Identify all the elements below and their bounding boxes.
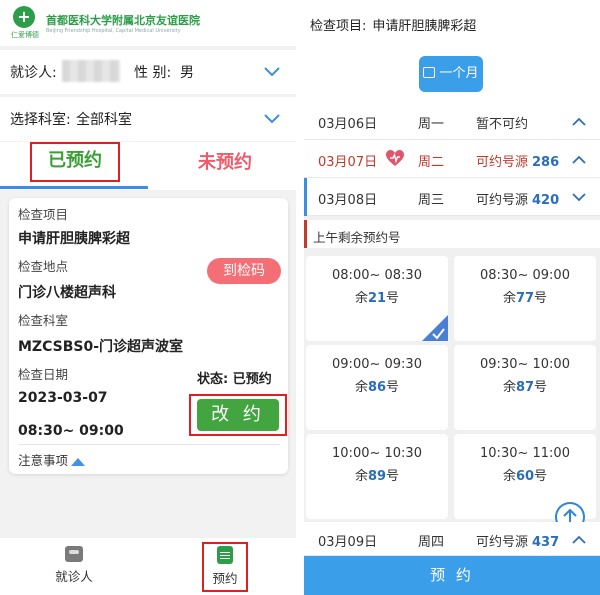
reschedule-button[interactable]: 改 约 (197, 399, 279, 431)
checkmark-icon (422, 315, 448, 341)
exam-header-label: 检查项目: (310, 19, 367, 34)
patient-selector[interactable]: 就诊人: 性 别: 男 (0, 50, 296, 94)
exam-location-label: 检查地点 (18, 259, 69, 274)
hospital-header: 仁爱博德 首都医科大学附属北京友谊医院 Beijing Friendship H… (0, 0, 296, 46)
weekday-label: 周一 (418, 117, 445, 132)
hospital-name-en: Beijing Friendship Hospital, Capital Med… (46, 28, 181, 34)
exam-room-value: MZCSBS0-门诊超声波室 (18, 339, 184, 355)
appointment-tabs: 已预约 未预约 (0, 142, 296, 190)
date-label: 03月09日 (318, 535, 378, 550)
date-label: 03月07日 (318, 155, 378, 170)
chevron-down-icon[interactable] (264, 114, 280, 124)
bottom-nav: 就诊人 预约 (0, 538, 296, 595)
my-appointments-screen: 仁爱博德 首都医科大学附属北京友谊医院 Beijing Friendship H… (0, 0, 296, 595)
chevron-down-icon[interactable] (572, 193, 588, 203)
exam-location-value: 门诊八楼超声科 (18, 285, 116, 301)
checkin-code-button[interactable]: 到检码 (207, 258, 281, 284)
tab-unbooked[interactable]: 未预约 (180, 146, 270, 180)
date-row[interactable]: 03月08日 周三 可约号源 420 (304, 178, 600, 216)
triangle-up-icon (71, 457, 86, 466)
time-slot[interactable]: 10:00~ 10:30 余89号 (306, 434, 448, 519)
availability: 暂不可约 (476, 117, 529, 132)
gender-label: 性 别: (134, 65, 172, 81)
time-slot-grid: 08:00~ 08:30 余21号 08:30~ 09:00 余77号 09:0… (304, 250, 600, 522)
exam-header: 检查项目: 申请肝胆胰脾彩超 (304, 0, 600, 46)
date-row[interactable]: 03月06日 周一 暂不可约 (304, 102, 600, 140)
exam-date-value: 2023-03-07 (18, 390, 108, 406)
time-slot[interactable]: 09:00~ 09:30 余86号 (306, 345, 448, 430)
notice-label: 注意事项 (18, 453, 69, 468)
divider (18, 444, 280, 445)
patient-label: 就诊人: (10, 65, 57, 81)
book-button[interactable]: 预 约 (304, 556, 600, 595)
chevron-up-icon[interactable] (572, 117, 588, 127)
exam-item-value: 申请肝胆胰脾彩超 (18, 231, 130, 247)
nav-patient[interactable]: 就诊人 (34, 546, 114, 585)
selected-indicator (304, 178, 307, 216)
notice-toggle[interactable]: 注意事项 (18, 450, 86, 469)
chevron-down-icon[interactable] (264, 67, 280, 77)
exam-header-value: 申请肝胆胰脾彩超 (372, 19, 477, 34)
time-slot[interactable]: 09:30~ 10:00 余87号 (454, 345, 596, 430)
date-label: 03月06日 (318, 117, 378, 132)
date-label: 03月08日 (318, 193, 378, 208)
status-badge: 状态: 已预约 (197, 372, 272, 387)
active-tab-underline (0, 186, 148, 189)
availability: 可约号源 420 (476, 193, 560, 208)
weekday-label: 周二 (418, 155, 445, 170)
time-slot[interactable]: 08:00~ 08:30 余21号 (306, 256, 448, 341)
nav-booking-highlight (202, 542, 248, 592)
exam-time-value: 08:30~ 09:00 (18, 423, 124, 439)
exam-date-label: 检查日期 (18, 367, 69, 382)
reschedule-highlight: 改 约 (189, 394, 287, 436)
department-value: 全部科室 (76, 112, 132, 128)
hospital-logo: 仁爱博德 (8, 6, 42, 40)
department-label: 选择科室: (10, 112, 71, 128)
exam-item-label: 检查项目 (18, 207, 69, 222)
morning-slots-label: 上午剩余预约号 (304, 220, 600, 248)
booking-screen: 检查项目: 申请肝胆胰脾彩超 一个月 03月06日 周一 暂不可约 03月07日 … (304, 0, 600, 595)
chevron-up-icon[interactable] (572, 535, 588, 545)
range-selector: 一个月 (304, 46, 600, 102)
exam-room-label: 检查科室 (18, 313, 69, 328)
nav-patient-label: 就诊人 (55, 569, 93, 584)
appointment-card: 检查项目 申请肝胆胰脾彩超 检查地点 到检码 门诊八楼超声科 检查科室 MZCS… (9, 198, 288, 474)
calendar-icon (423, 67, 436, 78)
heart-icon (386, 150, 404, 167)
availability: 可约号源 437 (476, 535, 560, 550)
date-row[interactable]: 03月09日 周四 可约号源 437 (304, 522, 600, 556)
date-row[interactable]: 03月07日 周二 可约号源 286 (304, 140, 600, 178)
time-slot[interactable]: 08:30~ 09:00 余77号 (454, 256, 596, 341)
wallet-icon (65, 546, 83, 562)
chevron-up-icon[interactable] (572, 155, 588, 165)
gender-value: 男 (180, 65, 194, 81)
one-month-button[interactable]: 一个月 (419, 56, 483, 92)
availability: 可约号源 286 (476, 155, 560, 170)
hospital-name: 首都医科大学附属北京友谊医院 (46, 14, 200, 27)
department-selector[interactable]: 选择科室: 全部科室 (0, 97, 296, 141)
one-month-label: 一个月 (439, 66, 479, 81)
weekday-label: 周三 (418, 193, 445, 208)
weekday-label: 周四 (418, 535, 445, 550)
patient-name-blurred (62, 60, 120, 82)
tab-booked[interactable]: 已预约 (30, 142, 120, 182)
